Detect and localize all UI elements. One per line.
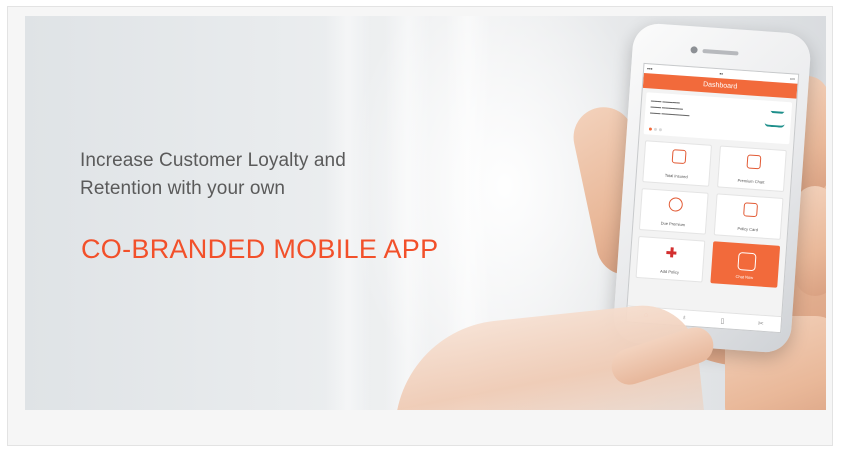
camera-icon [690,46,698,54]
headline-line-1: Increase Customer Loyalty and [80,150,346,171]
insured-icon [671,149,687,165]
tile-due-premium[interactable]: Due Premium [638,188,709,235]
tile-label: Due Premium [660,220,686,228]
chart-icon [745,154,761,170]
clock-icon: ▪▪ [719,70,724,77]
tile-label: Premium Chart [737,177,765,185]
headline-line-2: Retention with your own [80,178,286,199]
tile-label: Add Policy [659,268,680,275]
tile-policy-card[interactable]: Policy Card [713,193,784,240]
bell-icon[interactable]: ♁ [681,314,687,321]
policy-card: ▬▬▬ ▬▬▬▬▬ ▬▬▬ ▬▬▬▬▬▬ ▬▬▬ ▬▬▬▬▬▬▬▬ [643,92,793,145]
battery-icon: ▭ [789,75,795,83]
policy-card-line: ▬▬▬ ▬▬▬▬▬ [650,98,681,105]
clock-icon [667,197,683,212]
plus-icon [666,247,677,258]
tile-label: Chat Now [735,273,754,281]
policy-card-line: ▬▬▬ ▬▬▬▬▬▬▬▬ [649,110,690,118]
cta-heading: CO-BRANDED MOBILE APP [81,234,439,264]
card-icon [742,202,758,218]
banner-frame: Increase Customer Loyalty and Retention … [7,6,833,446]
carousel-dots [648,127,663,132]
headline: Increase Customer Loyalty and Retention … [80,147,346,203]
chat-icon [736,251,757,272]
share-icon[interactable]: ✂ [758,319,764,327]
tile-total-insured[interactable]: Total Insured [642,140,713,187]
phone-screen: ▪▪▪ ▪▪ ▭ Dashboard ▬▬▬ ▬▬▬▬▬ ▬▬▬ ▬▬▬▬▬▬ … [625,62,800,334]
document-icon[interactable]: ▯ [720,316,724,324]
speaker-grille [702,49,739,56]
tile-add-policy[interactable]: Add Policy [635,235,706,283]
background-stripe [385,16,431,410]
insurer-logo-icon [764,114,786,128]
background-stripe [325,16,371,410]
signal-icon: ▪▪▪ [646,65,653,73]
promo-banner[interactable]: Increase Customer Loyalty and Retention … [25,16,826,410]
policy-card-line: ▬▬▬ ▬▬▬▬▬▬ [650,104,684,111]
tile-label: Policy Card [737,225,759,233]
dashboard-tiles: Total Insured Premium Chart Due Premium … [630,138,793,288]
phone-mockup: ▪▪▪ ▪▪ ▭ Dashboard ▬▬▬ ▬▬▬▬▬ ▬▬▬ ▬▬▬▬▬▬ … [612,22,812,354]
tile-premium-chart[interactable]: Premium Chart [717,145,787,193]
tile-label: Total Insured [664,172,688,180]
tile-chat-now[interactable]: Chat Now [710,241,781,288]
